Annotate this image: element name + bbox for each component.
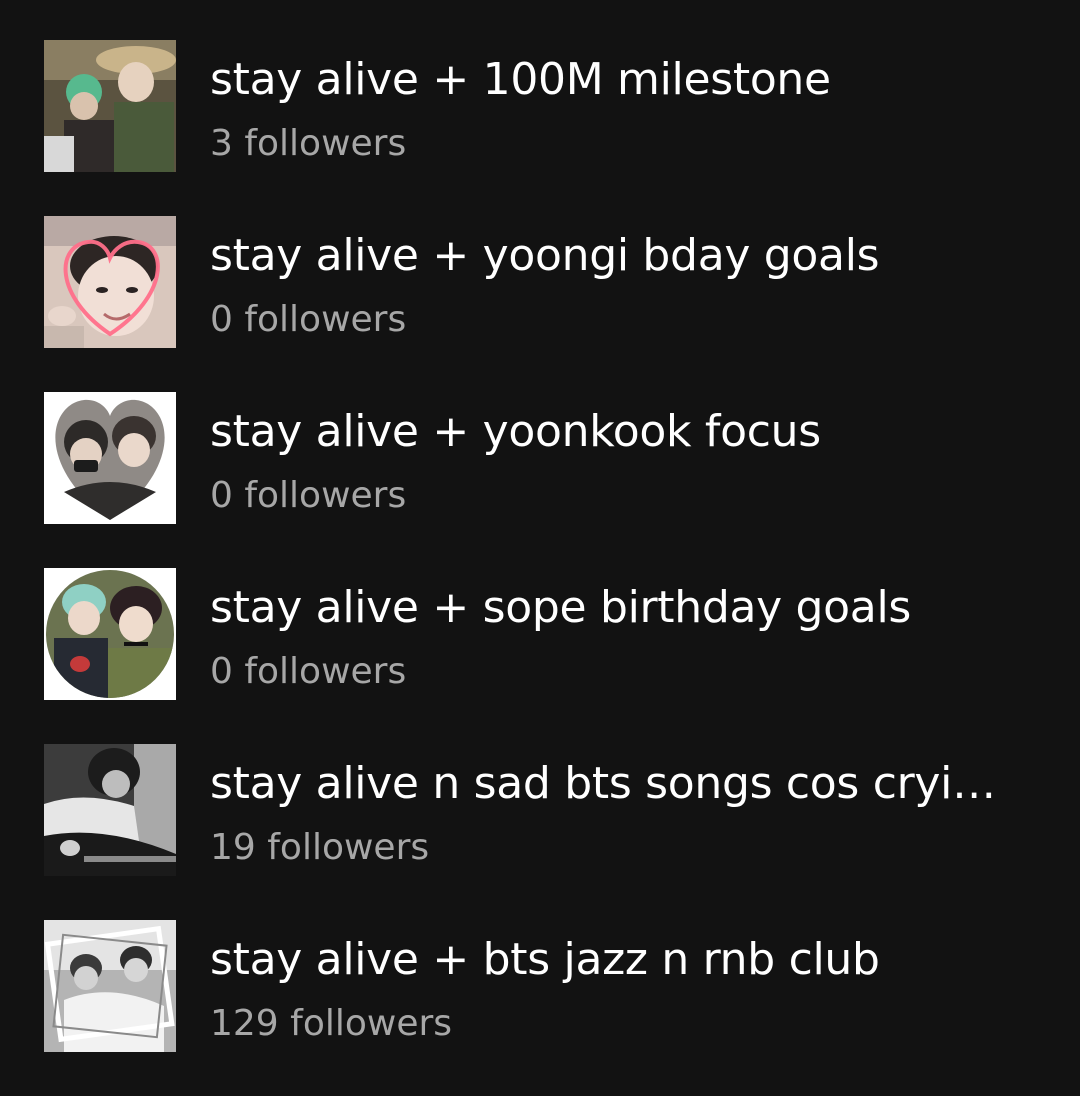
playlist-item[interactable]: stay alive + yoongi bday goals 0 followe…	[0, 216, 1080, 348]
playlist-title: stay alive + yoonkook focus	[210, 406, 821, 457]
playlist-cover-image	[44, 216, 176, 348]
playlist-followers: 0 followers	[210, 651, 407, 692]
playlist-item[interactable]: stay alive + sope birthday goals 0 follo…	[0, 568, 1080, 700]
playlist-followers: 0 followers	[210, 299, 407, 340]
playlist-followers: 129 followers	[210, 1003, 453, 1044]
playlist-cover-image	[44, 568, 176, 700]
cover-image-icon	[44, 920, 176, 1052]
cover-image-icon	[44, 744, 176, 876]
playlist-item[interactable]: stay alive n sad bts songs cos cryi… 19 …	[0, 744, 1080, 876]
playlist-title: stay alive + 100M milestone	[210, 54, 831, 105]
playlist-title: stay alive n sad bts songs cos cryi…	[210, 758, 996, 809]
playlist-item[interactable]: stay alive + bts jazz n rnb club 129 fol…	[0, 920, 1080, 1052]
cover-image-icon	[44, 568, 176, 700]
playlist-cover-image	[44, 40, 176, 172]
playlist-title: stay alive + yoongi bday goals	[210, 230, 880, 281]
playlist-list: stay alive + 100M milestone 3 followers …	[0, 40, 1080, 1096]
cover-image-icon	[44, 216, 176, 348]
playlist-item[interactable]: stay alive + 100M milestone 3 followers	[0, 40, 1080, 172]
cover-image-icon	[44, 40, 176, 172]
playlist-item[interactable]: stay alive + yoonkook focus 0 followers	[0, 392, 1080, 524]
playlist-title: stay alive + bts jazz n rnb club	[210, 934, 880, 985]
playlist-cover-image	[44, 744, 176, 876]
playlist-followers: 3 followers	[210, 123, 407, 164]
playlist-cover-image	[44, 392, 176, 524]
playlist-cover-image	[44, 920, 176, 1052]
playlist-followers: 19 followers	[210, 827, 430, 868]
playlist-title: stay alive + sope birthday goals	[210, 582, 912, 633]
cover-image-icon	[44, 392, 176, 524]
playlist-followers: 0 followers	[210, 475, 407, 516]
